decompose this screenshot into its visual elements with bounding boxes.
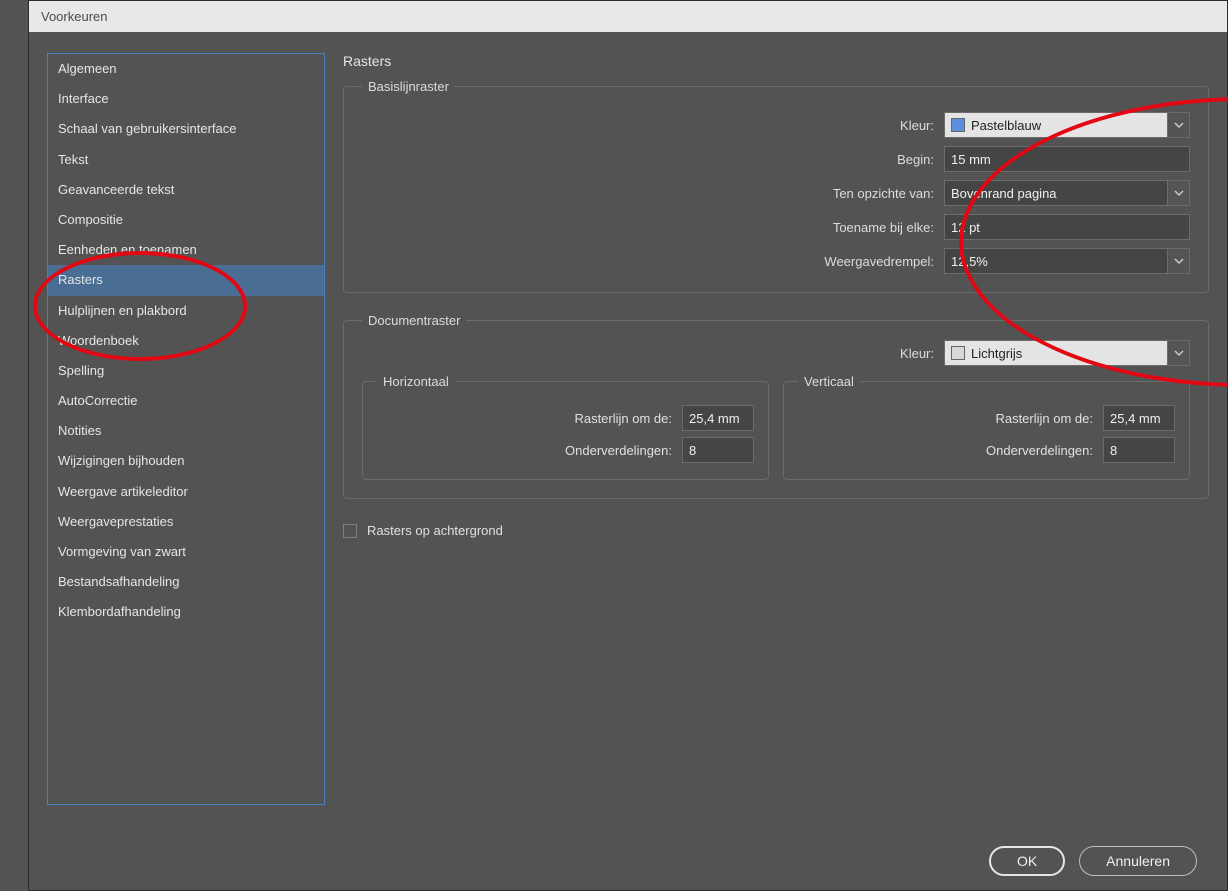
horizontal-group: Horizontaal Rasterlijn om de: Onderverde… [362, 374, 769, 480]
sidebar-item[interactable]: Spelling [48, 356, 324, 386]
sidebar-item[interactable]: Klembordafhandeling [48, 597, 324, 627]
grids-back-label: Rasters op achtergrond [367, 523, 503, 538]
preferences-window: Voorkeuren AlgemeenInterfaceSchaal van g… [28, 0, 1228, 891]
label-begin: Begin: [594, 152, 934, 167]
category-sidebar: AlgemeenInterfaceSchaal van gebruikersin… [47, 53, 325, 805]
sidebar-item[interactable]: Geavanceerde tekst [48, 175, 324, 205]
sidebar-item[interactable]: Vormgeving van zwart [48, 537, 324, 567]
sidebar-item[interactable]: Rasters [48, 265, 324, 295]
v-sub-input[interactable] [1103, 437, 1175, 463]
sidebar-item[interactable]: Wijzigingen bijhouden [48, 446, 324, 476]
sidebar-item[interactable]: Notities [48, 416, 324, 446]
dropdown-arrow-icon[interactable] [1168, 248, 1190, 274]
dialog-body: AlgemeenInterfaceSchaal van gebruikersin… [29, 33, 1227, 890]
label-kleur: Kleur: [594, 118, 934, 133]
vertical-legend: Verticaal [798, 374, 860, 389]
sidebar-item[interactable]: Interface [48, 84, 324, 114]
grids-back-checkbox-row[interactable]: Rasters op achtergrond [343, 523, 1209, 538]
label-doc-kleur: Kleur: [900, 346, 934, 361]
document-color-value: Lichtgrijs [971, 346, 1022, 361]
dropdown-arrow-icon[interactable] [1168, 112, 1190, 138]
h-gridline-input[interactable] [682, 405, 754, 431]
label-h-sub: Onderverdelingen: [565, 443, 672, 458]
sidebar-item[interactable]: Bestandsafhandeling [48, 567, 324, 597]
sidebar-item[interactable]: Tekst [48, 145, 324, 175]
label-threshold: Weergavedrempel: [594, 254, 934, 269]
cancel-button[interactable]: Annuleren [1079, 846, 1197, 876]
color-swatch-icon [951, 346, 965, 360]
label-relative: Ten opzichte van: [594, 186, 934, 201]
label-h-gridline: Rasterlijn om de: [574, 411, 672, 426]
horizontal-legend: Horizontaal [377, 374, 455, 389]
document-legend: Documentraster [362, 313, 466, 328]
dialog-footer: OK Annuleren [989, 846, 1197, 876]
baseline-increment-input[interactable] [944, 214, 1190, 240]
h-sub-input[interactable] [682, 437, 754, 463]
document-grid-group: Documentraster Kleur: Lichtgrijs [343, 313, 1209, 499]
baseline-color-select[interactable]: Pastelblauw [944, 112, 1190, 138]
vertical-group: Verticaal Rasterlijn om de: Onderverdeli… [783, 374, 1190, 480]
sidebar-item[interactable]: Schaal van gebruikersinterface [48, 114, 324, 144]
document-color-select[interactable]: Lichtgrijs [944, 340, 1190, 366]
dropdown-arrow-icon[interactable] [1168, 340, 1190, 366]
label-v-sub: Onderverdelingen: [986, 443, 1093, 458]
sidebar-item[interactable]: Compositie [48, 205, 324, 235]
sidebar-item[interactable]: Eenheden en toenamen [48, 235, 324, 265]
sidebar-item[interactable]: Algemeen [48, 54, 324, 84]
v-gridline-input[interactable] [1103, 405, 1175, 431]
sidebar-item[interactable]: Weergave artikeleditor [48, 477, 324, 507]
titlebar: Voorkeuren [29, 1, 1227, 33]
baseline-threshold-select[interactable]: 12,5% [944, 248, 1190, 274]
ok-button[interactable]: OK [989, 846, 1065, 876]
sidebar-item[interactable]: Hulplijnen en plakbord [48, 296, 324, 326]
checkbox-icon[interactable] [343, 524, 357, 538]
label-increment: Toename bij elke: [594, 220, 934, 235]
baseline-threshold-value: 12,5% [951, 254, 988, 269]
baseline-relative-value: Bovenrand pagina [951, 186, 1057, 201]
color-swatch-icon [951, 118, 965, 132]
baseline-relative-select[interactable]: Bovenrand pagina [944, 180, 1190, 206]
label-v-gridline: Rasterlijn om de: [995, 411, 1093, 426]
baseline-legend: Basislijnraster [362, 79, 455, 94]
window-title: Voorkeuren [41, 9, 108, 24]
panel-title: Rasters [343, 53, 1209, 69]
dropdown-arrow-icon[interactable] [1168, 180, 1190, 206]
baseline-start-input[interactable] [944, 146, 1190, 172]
baseline-color-value: Pastelblauw [971, 118, 1041, 133]
sidebar-item[interactable]: Woordenboek [48, 326, 324, 356]
baseline-grid-group: Basislijnraster Kleur: Pastelblauw [343, 79, 1209, 293]
sidebar-item[interactable]: AutoCorrectie [48, 386, 324, 416]
main-panel: Rasters Basislijnraster Kleur: Pastelbla… [343, 53, 1209, 876]
sidebar-item[interactable]: Weergaveprestaties [48, 507, 324, 537]
